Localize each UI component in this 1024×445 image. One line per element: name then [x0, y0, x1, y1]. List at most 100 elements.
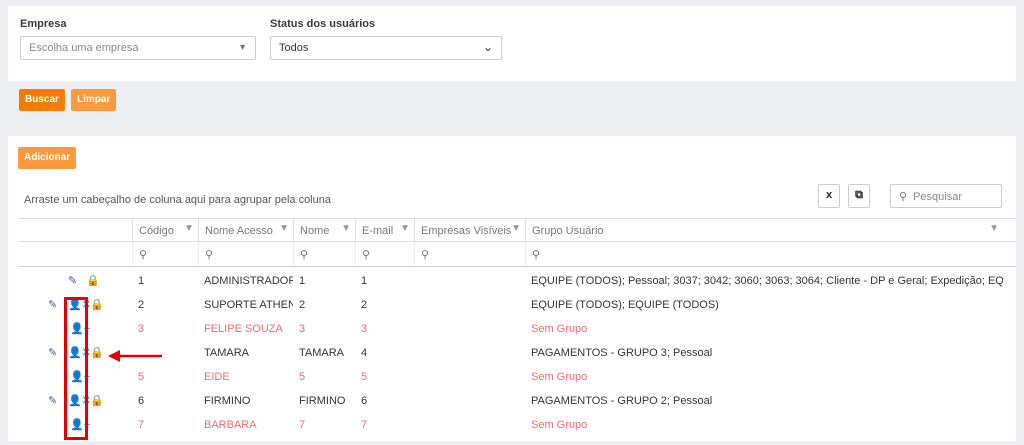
cell-nome-acesso: SUPORTE ATHENAS: [204, 299, 293, 311]
highlight-box: [64, 297, 88, 440]
cell-nome: 5: [299, 371, 306, 383]
cell-nome: 1: [299, 275, 306, 287]
empresa-select-placeholder: Escolha uma empresa: [29, 42, 139, 54]
filter-icon: ▼: [400, 223, 410, 234]
pencil-icon[interactable]: ✎: [48, 346, 57, 359]
cell-nome: 7: [299, 419, 306, 431]
cell-nome-acesso: ADMINISTRADOR: [204, 275, 293, 287]
cell-codigo: 3: [138, 323, 145, 335]
pencil-icon[interactable]: ✎: [48, 394, 57, 407]
header-row: Código ▼ Nome Acesso ▼ Nome ▼ E-mail ▼ Empre…: [18, 218, 1016, 243]
empresa-select[interactable]: Escolha uma empresa ▼: [20, 36, 256, 60]
grid-panel: Adicionar Arraste um cabeçalho de coluna…: [8, 136, 1016, 441]
adicionar-button[interactable]: Adicionar: [18, 147, 77, 169]
table-row[interactable]: 👤+ 3 FELIPE SOUZA 3 3 Sem Grupo: [18, 317, 1016, 341]
cell-empresas: [414, 269, 525, 293]
cell-email: 7: [361, 419, 368, 431]
grid-body: ✎ 🔒 1 ADMINISTRADOR 1 1 EQUIPE (TODOS); Pessoa…: [18, 267, 1016, 437]
cell-codigo: 2: [138, 299, 145, 311]
cell-codigo: 6: [138, 395, 145, 407]
cell-empresas: [414, 317, 525, 341]
lock-icon[interactable]: 🔒: [86, 274, 100, 287]
column-chooser-icon[interactable]: ⧉: [848, 184, 870, 208]
cell-grupo: EQUIPE (TODOS); Pessoal; 3037; 3042; 306…: [531, 275, 1003, 287]
filter-row: ⚲ ⚲ ⚲ ⚲ ⚲ ⚲: [18, 242, 1016, 267]
cell-empresas: [414, 413, 525, 437]
group-panel-hint: Arraste um cabeçalho de coluna aqui para…: [24, 194, 331, 206]
search-input[interactable]: ⚲ Pesquisar: [890, 184, 1002, 208]
cell-empresas: [414, 341, 525, 365]
cell-email: 2: [361, 299, 368, 311]
table-row[interactable]: ✎ 👤✕ 🔒 6 FIRMINO FIRMINO 6 PAGAMENTOS - GRUPO 2…: [18, 389, 1016, 413]
cell-grupo: Sem Grupo: [531, 323, 588, 335]
filter-icon: ▼: [184, 223, 194, 234]
cell-grupo: PAGAMENTOS - GRUPO 2; Pessoal: [531, 395, 713, 407]
pencil-icon[interactable]: ✎: [68, 274, 77, 287]
cell-nome-acesso: BARBARA: [204, 419, 257, 431]
status-label: Status dos usuários: [270, 18, 376, 30]
cell-grupo: Sem Grupo: [531, 371, 588, 383]
pencil-icon[interactable]: ✎: [48, 298, 57, 311]
search-icon[interactable]: ⚲: [293, 242, 355, 266]
status-select-value: Todos: [279, 42, 309, 54]
cell-nome-acesso: TAMARA: [204, 347, 250, 359]
search-icon[interactable]: ⚲: [355, 242, 414, 266]
cell-nome-acesso: FIRMINO: [204, 395, 251, 407]
column-header-codigo[interactable]: Código ▼: [132, 219, 198, 243]
status-select[interactable]: Todos ⌄: [270, 36, 502, 60]
table-row[interactable]: 👤+ 7 BARBARA 7 7 Sem Grupo: [18, 413, 1016, 437]
actions-header: [18, 219, 132, 243]
excel-export-icon[interactable]: x: [818, 184, 840, 208]
cell-email: 5: [361, 371, 368, 383]
row-actions: ✎ 🔒: [18, 269, 132, 293]
lock-icon[interactable]: 🔒: [90, 394, 104, 407]
limpar-button[interactable]: Limpar: [71, 89, 117, 111]
filter-icon: ▼: [341, 223, 351, 234]
lock-icon[interactable]: 🔒: [90, 346, 104, 359]
caret-down-icon: ▼: [238, 42, 247, 52]
search-icon[interactable]: ⚲: [132, 242, 198, 266]
table-row[interactable]: ✎ 🔒 1 ADMINISTRADOR 1 1 EQUIPE (TODOS); Pessoa…: [18, 269, 1016, 293]
cell-nome: TAMARA: [299, 347, 345, 359]
lock-icon[interactable]: 🔒: [90, 298, 104, 311]
filter-icon: ▼: [279, 223, 289, 234]
cell-empresas: [414, 389, 525, 413]
column-header-nome-acesso[interactable]: Nome Acesso ▼: [198, 219, 293, 243]
search-icon: ⚲: [899, 191, 908, 203]
cell-nome: FIRMINO: [299, 395, 346, 407]
table-row[interactable]: 👤+ 5 EIDE 5 5 Sem Grupo: [18, 365, 1016, 389]
chevron-down-icon: ⌄: [482, 40, 493, 54]
column-header-email[interactable]: E-mail ▼: [355, 219, 414, 243]
search-icon[interactable]: ⚲: [198, 242, 293, 266]
search-icon[interactable]: ⚲: [414, 242, 525, 266]
empresa-label: Empresa: [20, 18, 67, 30]
data-grid: Código ▼ Nome Acesso ▼ Nome ▼ E-mail ▼ Empre…: [18, 218, 1016, 437]
cell-codigo: 5: [138, 371, 145, 383]
cell-nome-acesso: EIDE: [204, 371, 230, 383]
search-icon[interactable]: ⚲: [525, 242, 1003, 266]
column-header-grupo-usuario[interactable]: Grupo Usuário ▼: [525, 219, 1003, 243]
cell-nome: 2: [299, 299, 306, 311]
button-bar: Buscar Limpar: [8, 82, 1016, 118]
table-row[interactable]: ✎👤✕🔒2SUPORTE ATHENAS22EQUIPE (TODOS); EQ…: [18, 293, 1016, 317]
cell-email: 6: [361, 395, 368, 407]
cell-email: 3: [361, 323, 368, 335]
cell-codigo: 7: [138, 419, 145, 431]
filter-panel: Empresa Escolha uma empresa ▼ Status dos…: [8, 6, 1016, 81]
cell-email: 4: [361, 347, 368, 359]
buscar-button[interactable]: Buscar: [19, 89, 65, 111]
cell-empresas: [414, 293, 525, 317]
table-row[interactable]: ✎ 👤✕ 🔒 TAMARA TAMARA 4 PAGAMENTOS - GRUPO 3; P…: [18, 341, 1016, 365]
arrow-left-icon: [108, 350, 162, 362]
filter-icon: ▼: [989, 223, 999, 234]
column-header-empresas-visiveis[interactable]: Empresas Visíveis ▼: [414, 219, 525, 243]
cell-grupo: PAGAMENTOS - GRUPO 3; Pessoal: [531, 347, 713, 359]
search-placeholder: Pesquisar: [913, 191, 962, 203]
cell-nome-acesso: FELIPE SOUZA: [204, 323, 283, 335]
cell-grupo: Sem Grupo: [531, 419, 588, 431]
cell-nome: 3: [299, 323, 306, 335]
filter-icon: ▼: [511, 223, 521, 234]
cell-empresas: [414, 365, 525, 389]
cell-grupo: EQUIPE (TODOS); EQUIPE (TODOS): [531, 299, 719, 311]
column-header-nome[interactable]: Nome ▼: [293, 219, 355, 243]
